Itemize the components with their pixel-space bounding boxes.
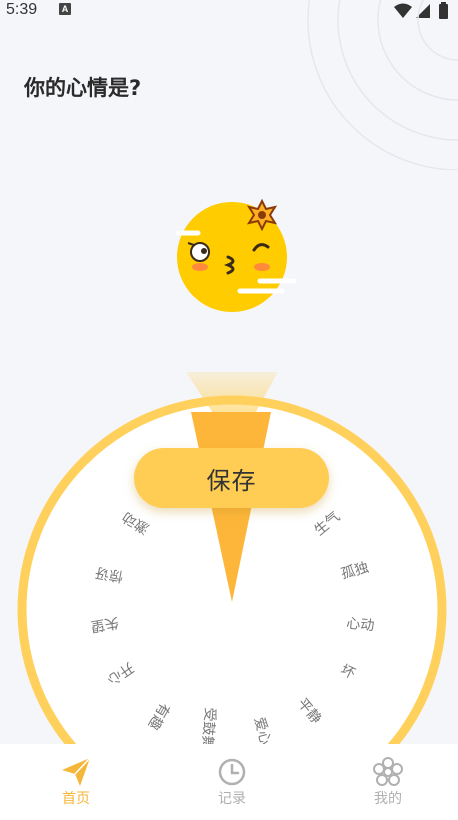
bottom-nav: 首页 记录 我的	[0, 744, 458, 820]
status-time: 5:39	[6, 1, 38, 18]
nav-label-profile: 我的	[374, 791, 402, 807]
mood-wheel[interactable]: 激动 惊讶 失望 开心 有趣 受鼓舞 爱心 平静 坏 心动 孤独 生气	[0, 372, 458, 744]
notification-a-icon: A	[59, 3, 71, 15]
clock-icon	[218, 758, 246, 786]
nav-label-records: 记录	[218, 791, 246, 807]
page-title: 你的心情是?	[24, 76, 142, 100]
nav-item-home[interactable]: 首页	[16, 744, 136, 820]
save-button[interactable]: 保存	[134, 448, 329, 508]
decorative-arcs	[307, 0, 458, 170]
nav-label-home: 首页	[62, 791, 90, 807]
mood-emoji-icon	[175, 198, 297, 312]
nav-item-records[interactable]: 记录	[172, 744, 292, 820]
flower-icon	[373, 757, 403, 786]
paper-plane-icon	[62, 757, 91, 786]
mood-label-9: 心动	[346, 616, 375, 634]
nav-item-profile[interactable]: 我的	[328, 744, 448, 820]
